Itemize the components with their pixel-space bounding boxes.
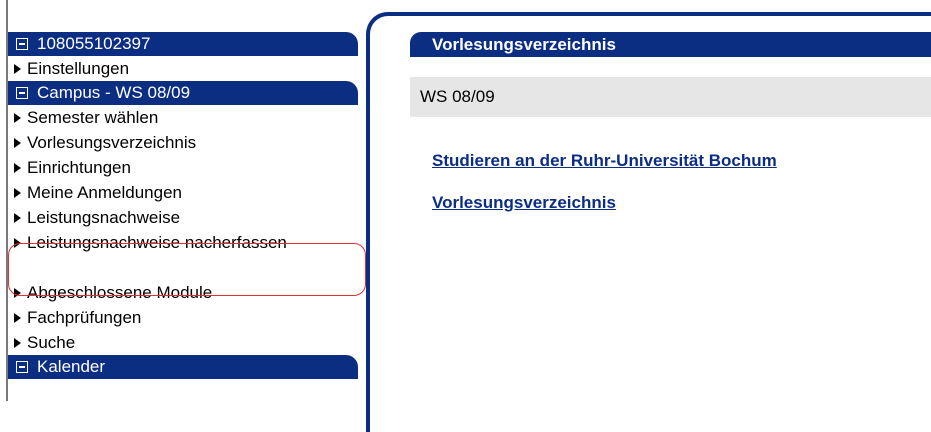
sidebar-item-meine-anmeldungen[interactable]: Meine Anmeldungen — [8, 180, 358, 205]
arrow-right-icon — [14, 64, 21, 74]
sidebar-nav: 108055102397 Einstellungen Campus - WS 0… — [8, 32, 358, 379]
account-section-header[interactable]: 108055102397 — [8, 32, 358, 56]
semester-label: WS 08/09 — [410, 77, 931, 117]
arrow-right-icon — [14, 138, 21, 148]
arrow-right-icon — [14, 238, 21, 248]
collapse-icon[interactable] — [16, 87, 28, 99]
sidebar-item-leistungsnachweise[interactable]: Leistungsnachweise — [8, 205, 358, 230]
sidebar-item-suche[interactable]: Suche — [8, 330, 358, 355]
arrow-right-icon — [14, 313, 21, 323]
collapse-icon[interactable] — [16, 38, 28, 50]
campus-header-label: Campus - WS 08/09 — [37, 83, 191, 102]
arrow-right-icon — [14, 188, 21, 198]
sidebar-item-semester-waehlen[interactable]: Semester wählen — [8, 105, 358, 130]
arrow-right-icon — [14, 113, 21, 123]
main-content-frame — [366, 12, 931, 432]
campus-section-header[interactable]: Campus - WS 08/09 — [8, 81, 358, 105]
account-header-label: 108055102397 — [37, 34, 151, 53]
arrow-right-icon — [14, 288, 21, 298]
sidebar-item-leistungsnachweise-nacherfassen[interactable]: Leistungsnachweise nacherfassen — [8, 230, 354, 280]
calendar-header-label: Kalender — [37, 357, 106, 376]
link-vorlesungsverzeichnis[interactable]: Vorlesungsverzeichnis — [432, 193, 616, 213]
arrow-right-icon — [14, 213, 21, 223]
sidebar-item-fachpruefungen[interactable]: Fachprüfungen — [8, 305, 358, 330]
arrow-right-icon — [14, 163, 21, 173]
collapse-icon[interactable] — [16, 361, 28, 373]
link-studieren-rub[interactable]: Studieren an der Ruhr-Universität Bochum — [432, 151, 777, 171]
calendar-section-header[interactable]: Kalender — [8, 355, 358, 379]
sidebar-item-abgeschlossene-module[interactable]: Abgeschlossene Module — [8, 280, 358, 305]
sidebar-item-einstellungen[interactable]: Einstellungen — [8, 56, 358, 81]
sidebar-item-einrichtungen[interactable]: Einrichtungen — [8, 155, 358, 180]
page-title: Vorlesungsverzeichnis — [410, 32, 931, 57]
arrow-right-icon — [14, 338, 21, 348]
sidebar-item-vorlesungsverzeichnis[interactable]: Vorlesungsverzeichnis — [8, 130, 358, 155]
